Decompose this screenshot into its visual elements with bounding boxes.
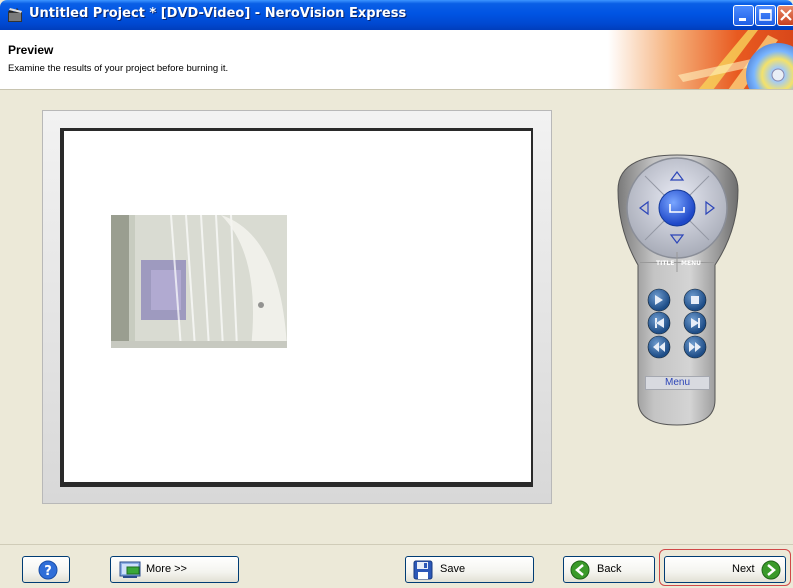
maximize-button[interactable] — [755, 5, 776, 26]
more-button-label: More >> — [146, 563, 187, 575]
remote-menu-label: MENU — [681, 260, 701, 267]
back-button[interactable]: Back — [563, 556, 655, 583]
remote-title-label: TITLE — [656, 260, 674, 267]
question-mark-icon: ? — [38, 560, 58, 580]
minimize-icon — [739, 18, 746, 21]
nerovision-window: Untitled Project * [DVD-Video] - NeroVis… — [0, 0, 793, 588]
title-bar[interactable]: Untitled Project * [DVD-Video] - NeroVis… — [0, 0, 793, 30]
app-icon — [8, 8, 22, 22]
back-button-label: Back — [597, 563, 622, 575]
window-title: Untitled Project * [DVD-Video] - NeroVis… — [29, 6, 407, 21]
extras-icon — [119, 561, 141, 578]
next-button[interactable]: Next — [664, 556, 786, 583]
page-subtitle: Examine the results of your project befo… — [8, 63, 229, 74]
save-button-label: Save — [440, 563, 466, 575]
floppy-disk-icon — [413, 560, 433, 580]
next-button-label: Next — [732, 563, 755, 575]
save-button[interactable]: Save — [405, 556, 534, 583]
nero-banner-image — [608, 30, 793, 89]
page-title: Preview — [8, 43, 54, 57]
svg-text:?: ? — [44, 564, 52, 579]
back-arrow-icon — [570, 560, 590, 580]
wizard-header: Preview Examine the results of your proj… — [0, 30, 793, 90]
maximize-icon — [759, 9, 772, 21]
video-frame-image — [111, 215, 287, 348]
more-button[interactable]: More >> — [110, 556, 239, 583]
next-arrow-icon — [761, 560, 781, 580]
close-icon — [780, 9, 792, 21]
remote-menu-button[interactable]: Menu — [645, 376, 710, 390]
minimize-button[interactable] — [733, 5, 754, 26]
video-thumbnail[interactable] — [111, 215, 287, 348]
help-button[interactable]: ? — [22, 556, 70, 583]
close-button[interactable] — [777, 5, 793, 26]
